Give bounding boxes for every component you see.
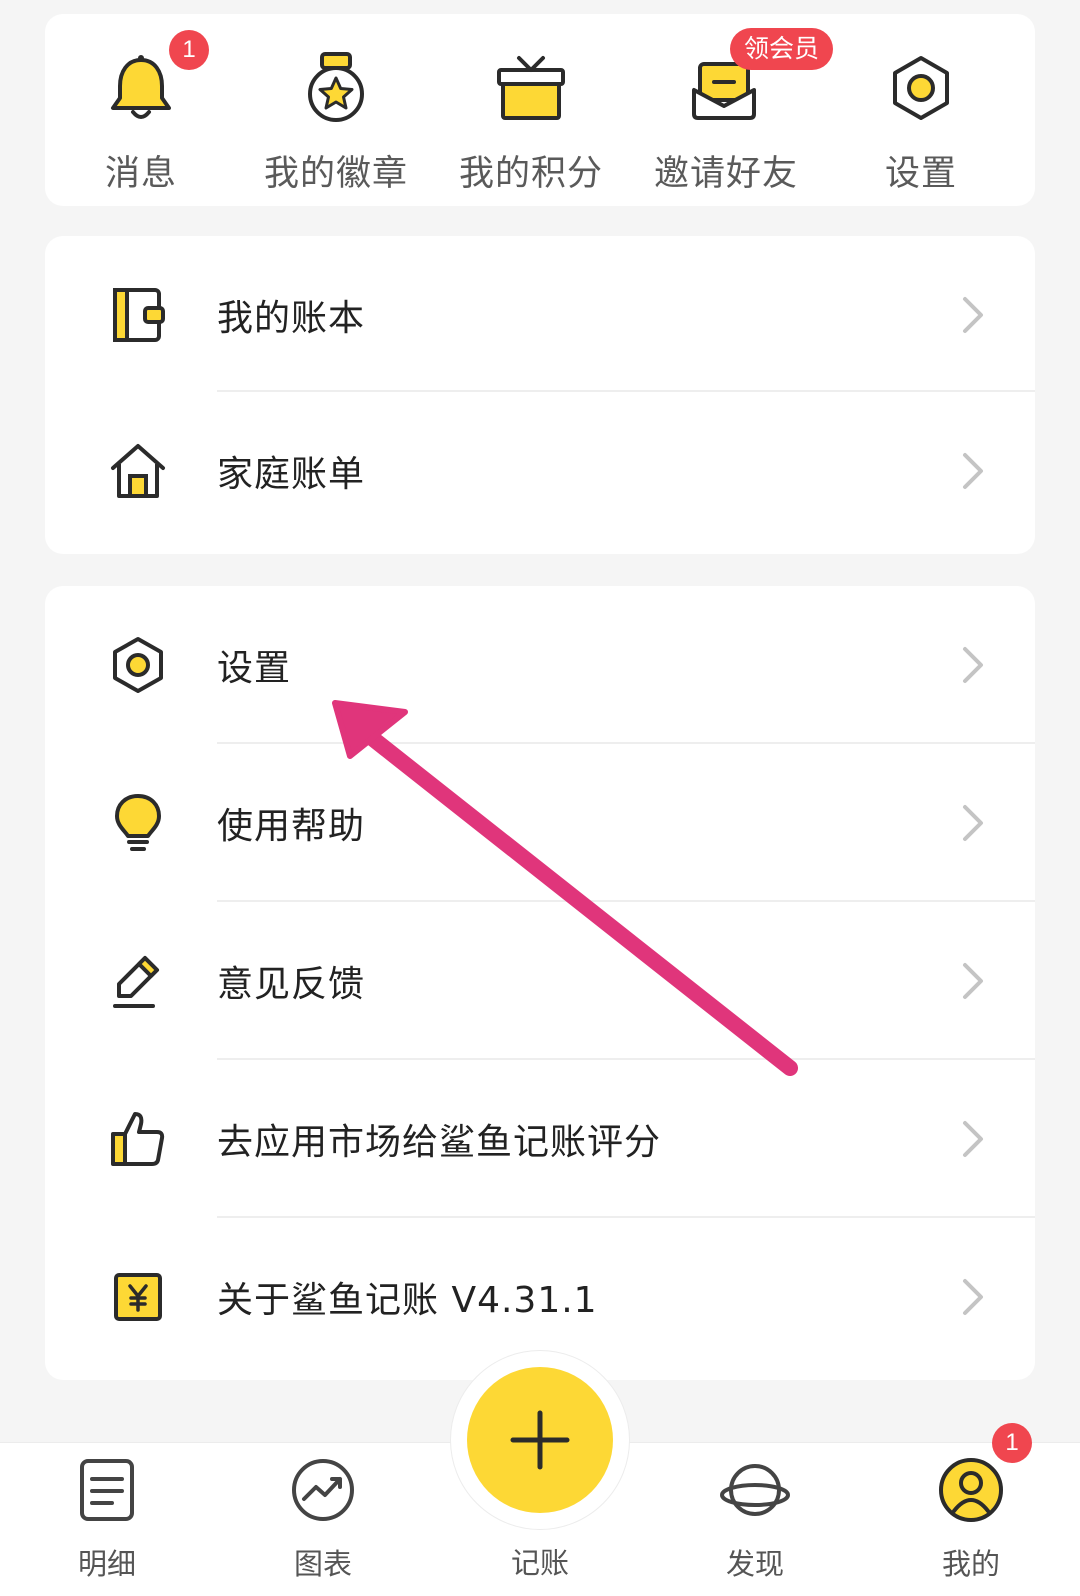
tab-discover[interactable]: 发现 [680,1443,830,1596]
quick-action-label: 设置 [884,154,957,194]
list-item-label: 设置 [217,648,292,689]
chevron-right-icon [959,1277,987,1317]
lightbulb-icon [107,792,169,854]
list-item-family-bill[interactable]: 家庭账单 [45,392,1035,550]
gear-icon [107,634,169,696]
chevron-right-icon [959,295,987,335]
list-item-label: 家庭账单 [217,454,366,495]
thumbs-up-icon [107,1108,169,1170]
tab-label: 明细 [77,1547,136,1581]
list-item-feedback[interactable]: 意见反馈 [45,902,1035,1060]
ledger-book-icon [107,284,169,346]
pencil-icon [107,950,169,1012]
quick-action-invite-friends[interactable]: 领会员 邀请好友 [636,14,834,206]
tab-details[interactable]: 明细 [32,1443,182,1596]
bell-icon [103,50,179,126]
quick-actions-card: 1 消息 我的徽章 我的积分 领会员 邀请好友 设置 [45,14,1035,206]
planet-icon [720,1455,790,1525]
quick-action-label: 我的积分 [458,154,603,194]
gear-icon [883,50,959,126]
document-icon [72,1455,142,1525]
list-item-help[interactable]: 使用帮助 [45,744,1035,902]
tab-label: 发现 [725,1547,784,1581]
tab-charts[interactable]: 图表 [248,1443,398,1596]
quick-action-points[interactable]: 我的积分 [441,14,621,206]
add-record-button[interactable] [467,1367,613,1513]
list-item-label: 意见反馈 [217,964,366,1005]
list-item-label: 我的账本 [217,298,366,339]
list-item-rate-app[interactable]: 去应用市场给鲨鱼记账评分 [45,1060,1035,1218]
tab-label: 我的 [941,1547,1000,1581]
list-item-label: 去应用市场给鲨鱼记账评分 [217,1122,662,1163]
medal-icon [298,50,374,126]
message-count-badge: 1 [169,30,209,70]
quick-action-settings[interactable]: 设置 [831,14,1011,206]
list-item-label: 使用帮助 [217,806,366,847]
chevron-right-icon [959,451,987,491]
list-item-label: 关于鲨鱼记账 V4.31.1 [217,1280,598,1321]
tab-label: 图表 [293,1547,352,1581]
settings-card: 设置 使用帮助 意见反馈 去应用市场给鲨鱼记账评分 关于鲨鱼记账 V4.31.1 [45,586,1035,1380]
tab-profile[interactable]: 1 我的 [896,1423,1046,1596]
quick-action-label: 邀请好友 [653,154,798,194]
quick-action-badges[interactable]: 我的徽章 [246,14,426,206]
chevron-right-icon [959,645,987,685]
list-item-my-ledger[interactable]: 我的账本 [45,236,1035,394]
profile-notification-badge: 1 [992,1423,1032,1463]
chevron-right-icon [959,961,987,1001]
quick-action-label: 消息 [104,154,177,194]
yuan-icon [107,1266,169,1328]
user-icon [936,1455,1006,1525]
gift-icon [493,50,569,126]
chevron-right-icon [959,803,987,843]
house-icon [107,440,169,502]
chart-icon [288,1455,358,1525]
get-vip-badge: 领会员 [730,28,834,70]
chevron-right-icon [959,1119,987,1159]
list-item-settings[interactable]: 设置 [45,586,1035,744]
add-record-label: 记账 [510,1546,569,1580]
quick-action-messages[interactable]: 1 消息 [51,14,231,206]
ledger-card: 我的账本 家庭账单 [45,236,1035,554]
quick-action-label: 我的徽章 [263,154,408,194]
plus-icon [510,1410,570,1470]
